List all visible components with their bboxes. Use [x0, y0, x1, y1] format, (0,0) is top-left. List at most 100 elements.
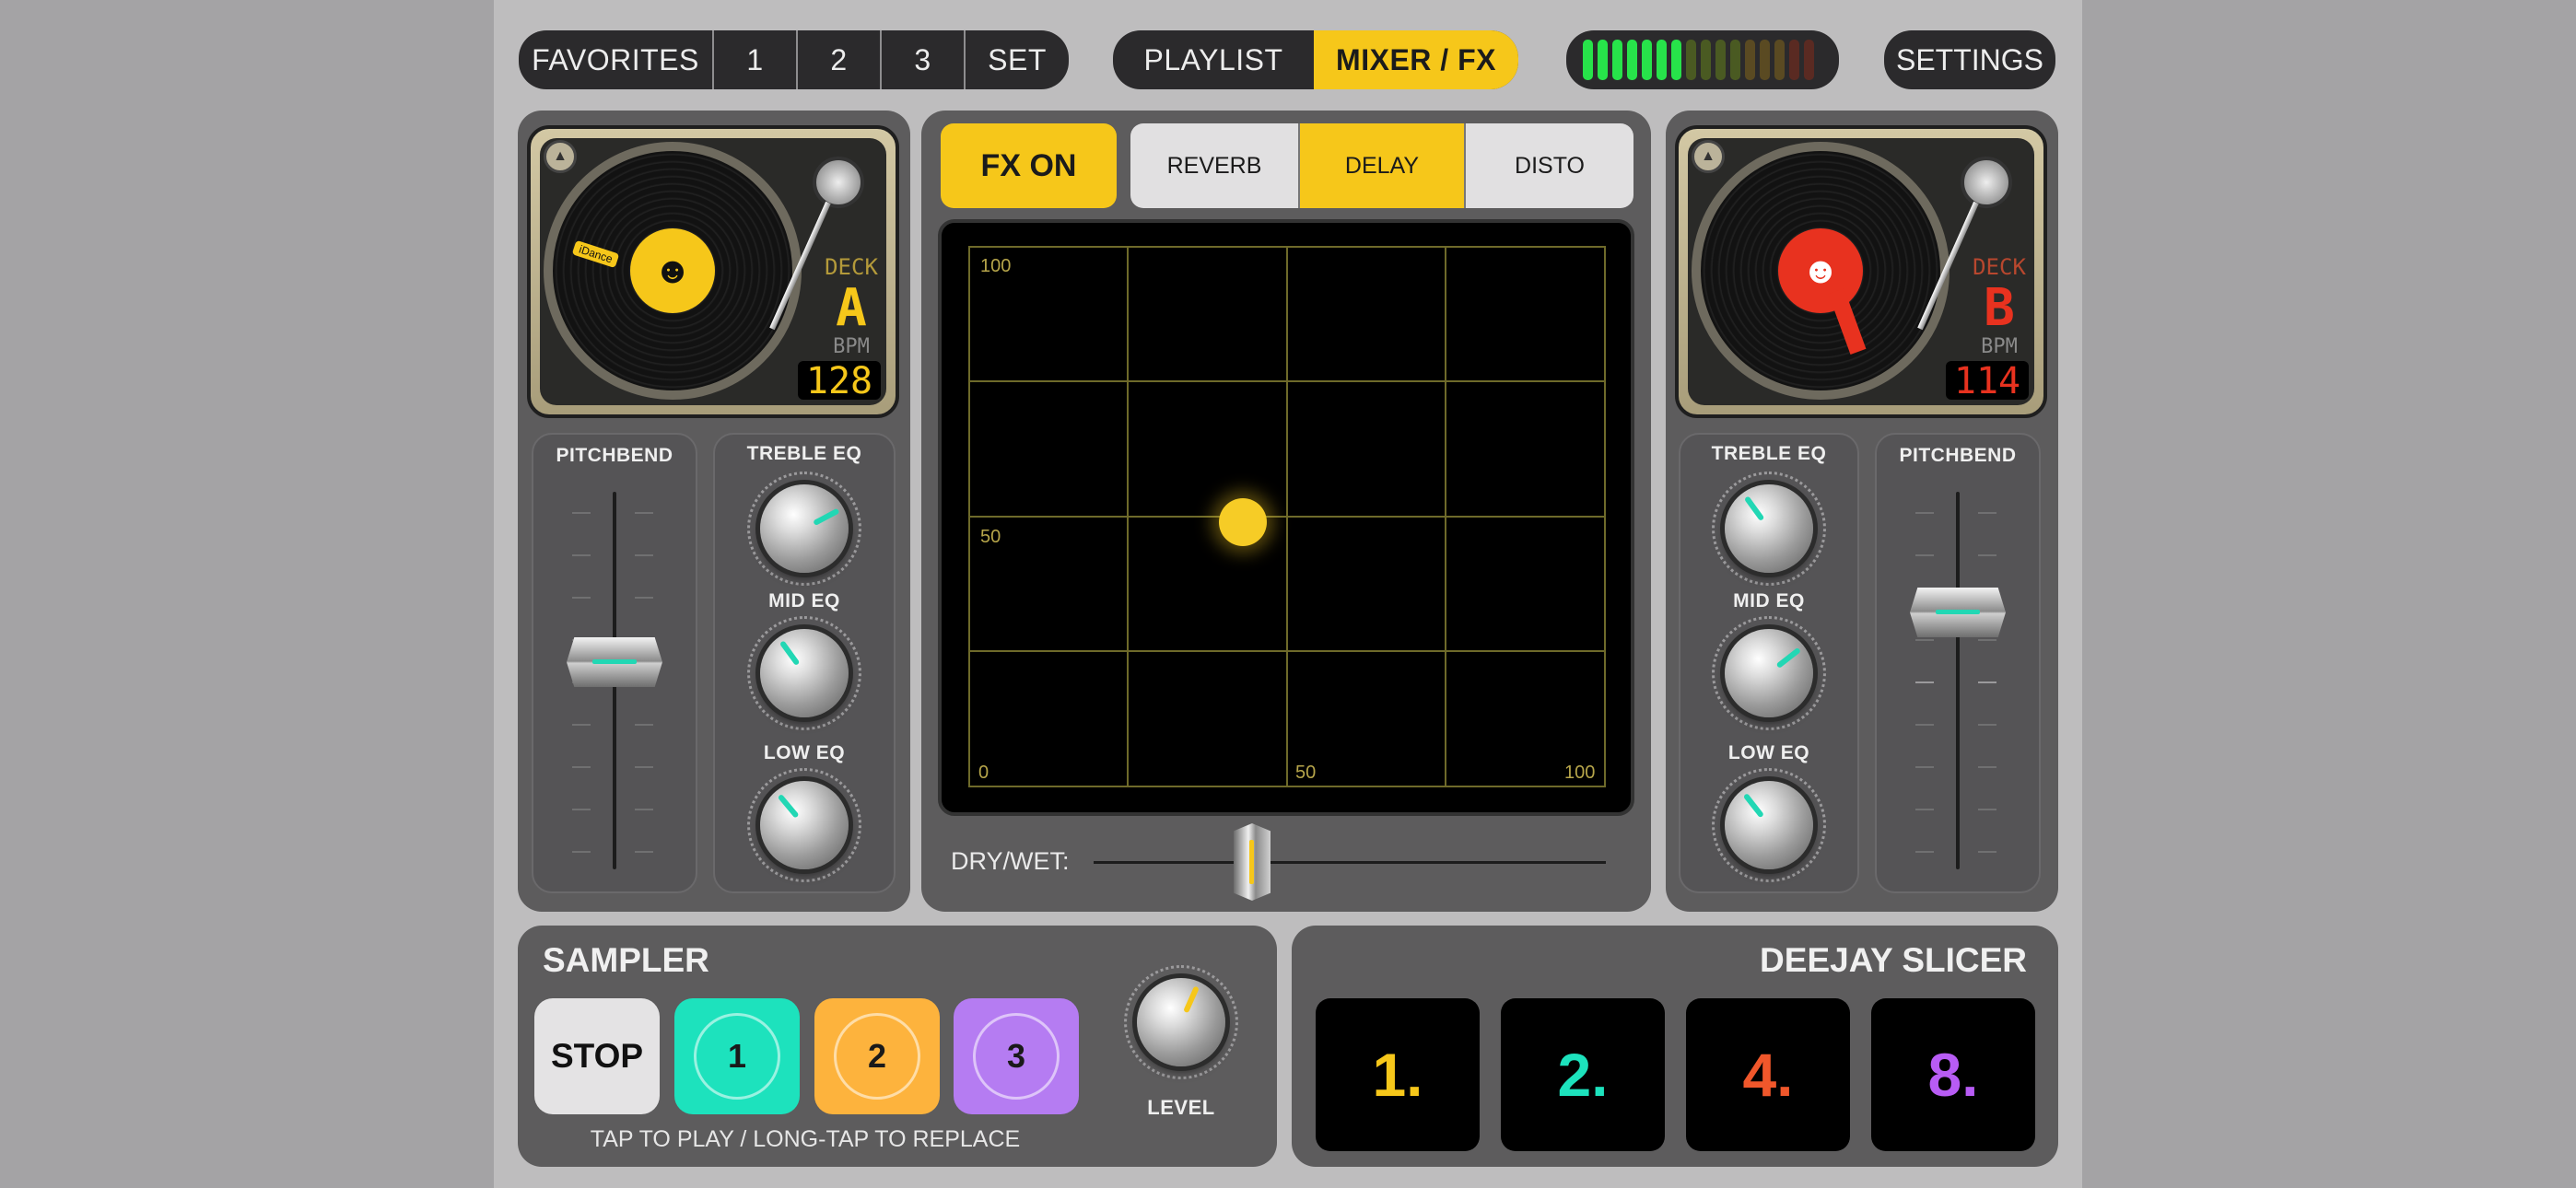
fader-tick: [635, 512, 653, 514]
deck-a-pitchbend-fader[interactable]: [567, 637, 662, 687]
favorites-button[interactable]: FAVORITES: [519, 30, 712, 89]
slicer-pad-2[interactable]: 2.: [1501, 998, 1665, 1151]
deck-b-mid-label: MID EQ: [1733, 590, 1805, 611]
fader-tick: [1915, 512, 1934, 514]
fader-tick: [1915, 809, 1934, 810]
slicer-pad-8[interactable]: 8.: [1871, 998, 2035, 1151]
fader-tick: [1915, 851, 1934, 853]
fader-tick: [572, 851, 591, 853]
deck-a-mid-label: MID EQ: [768, 590, 840, 611]
vu-meter: [1566, 30, 1839, 89]
favorite-slot-1[interactable]: 1: [712, 30, 796, 89]
fader-tick: [1978, 512, 1996, 514]
vu-segment: [1598, 40, 1608, 80]
deck-b-turntable[interactable]: ☻ ▲ DECK B BPM 114: [1675, 125, 2047, 418]
sampler-pad-1-ring: 1: [694, 1013, 780, 1100]
vu-segment: [1715, 40, 1726, 80]
fx-effect-selector: REVERB DELAY DISTO: [1130, 123, 1633, 208]
sampler-level-label: LEVEL: [1147, 1096, 1215, 1119]
sampler-pad-2[interactable]: 2: [814, 998, 940, 1114]
fader-tick: [635, 766, 653, 768]
fx-reverb-button[interactable]: REVERB: [1130, 123, 1298, 208]
deck-a-deck-label: DECK: [825, 254, 878, 280]
vu-segment: [1774, 40, 1785, 80]
vu-segment: [1657, 40, 1667, 80]
sampler-stop-button[interactable]: STOP: [534, 998, 660, 1114]
deck-b-treble-knob[interactable]: [1725, 484, 1813, 573]
vu-segment: [1745, 40, 1755, 80]
vu-segment: [1789, 40, 1799, 80]
fader-tick: [1915, 766, 1934, 768]
deck-b-deck-label: DECK: [1973, 254, 2026, 280]
fx-drywet-slider[interactable]: [1234, 823, 1270, 901]
fader-tick: [635, 724, 653, 726]
sampler-hint: TAP TO PLAY / LONG-TAP TO REPLACE: [590, 1126, 1021, 1152]
sampler-title: SAMPLER: [543, 941, 709, 979]
slicer-pad-1[interactable]: 1.: [1316, 998, 1480, 1151]
headphone-logo-icon: ☻: [1800, 250, 1841, 291]
fx-touch-point[interactable]: [1218, 497, 1267, 546]
vu-segment: [1612, 40, 1622, 80]
fader-tick: [572, 724, 591, 726]
deck-a-platter[interactable]: ☻ iDance: [544, 142, 802, 400]
deck-a-treble-label: TREBLE EQ: [746, 443, 862, 464]
fx-xy-pad[interactable]: 100 50 0 50 100: [938, 219, 1634, 816]
deck-b-bpm-value: 114: [1946, 361, 2029, 402]
fader-tick: [1978, 724, 1996, 726]
slicer-pad-4[interactable]: 4.: [1686, 998, 1850, 1151]
sampler-pad-3[interactable]: 3: [954, 998, 1079, 1114]
fx-disto-button[interactable]: DISTO: [1466, 123, 1633, 208]
deck-a-low-knob[interactable]: [760, 781, 849, 869]
sampler-level-knob[interactable]: [1137, 978, 1225, 1066]
fx-delay-button[interactable]: DELAY: [1298, 123, 1466, 208]
vu-segment: [1804, 40, 1814, 80]
vu-segment: [1642, 40, 1652, 80]
vu-segment: [1671, 40, 1681, 80]
fx-on-button[interactable]: FX ON: [941, 123, 1117, 208]
deck-a-treble-knob[interactable]: [760, 484, 849, 573]
vu-segment: [1701, 40, 1711, 80]
sampler-pad-1[interactable]: 1: [674, 998, 800, 1114]
fx-drywet-track: [1094, 861, 1606, 864]
deck-a-bpm-value: 128: [798, 361, 881, 402]
fx-y-label-mid: 50: [980, 527, 1001, 547]
deck-a-start-icon[interactable]: ▲: [544, 140, 577, 173]
deck-a-bpm-label: BPM: [833, 335, 870, 358]
vu-segment: [1583, 40, 1593, 80]
fader-tick: [1978, 639, 1996, 641]
vu-meter-segments: [1583, 40, 1814, 80]
fader-tick: [635, 809, 653, 810]
fader-tick: [1915, 681, 1934, 683]
deck-b-pitchbend-track: [1956, 492, 1960, 869]
deck-a-tonearm-icon[interactable]: [813, 157, 864, 208]
deck-b-record-strip: [1828, 288, 1867, 355]
favorite-set-button[interactable]: SET: [964, 30, 1069, 89]
deck-b-pitchbend-label: PITCHBEND: [1899, 445, 2017, 466]
fader-tick: [635, 554, 653, 556]
deck-b-low-label: LOW EQ: [1727, 742, 1810, 763]
deck-a-mid-knob[interactable]: [760, 629, 849, 717]
deck-b-pitchbend-fader[interactable]: [1910, 588, 2006, 637]
fader-tick: [635, 597, 653, 599]
tab-playlist[interactable]: PLAYLIST: [1113, 30, 1314, 89]
deck-b-start-icon[interactable]: ▲: [1692, 140, 1725, 173]
fx-y-label-top: 100: [980, 256, 1012, 276]
favorite-slot-3[interactable]: 3: [880, 30, 964, 89]
fader-tick: [1978, 554, 1996, 556]
deck-b-platter[interactable]: ☻: [1692, 142, 1950, 400]
deck-a-record-brand: iDance: [571, 239, 620, 269]
vu-segment: [1730, 40, 1740, 80]
deck-b-mid-knob[interactable]: [1725, 629, 1813, 717]
tab-mixer-fx[interactable]: MIXER / FX: [1314, 30, 1518, 89]
headphone-logo-icon: ☻: [652, 250, 693, 291]
deck-a-low-label: LOW EQ: [763, 742, 846, 763]
deck-a-record-label: ☻: [630, 228, 715, 313]
deck-b-low-knob[interactable]: [1725, 781, 1813, 869]
deck-b-tonearm-icon[interactable]: [1961, 157, 2012, 208]
deck-a-turntable[interactable]: ☻ iDance ▲ DECK A BPM 128: [527, 125, 899, 418]
sampler-pad-3-ring: 3: [973, 1013, 1060, 1100]
fx-drywet-label: DRY/WET:: [951, 847, 1070, 875]
fader-tick: [635, 851, 653, 853]
favorite-slot-2[interactable]: 2: [796, 30, 880, 89]
settings-button[interactable]: SETTINGS: [1884, 30, 2055, 89]
